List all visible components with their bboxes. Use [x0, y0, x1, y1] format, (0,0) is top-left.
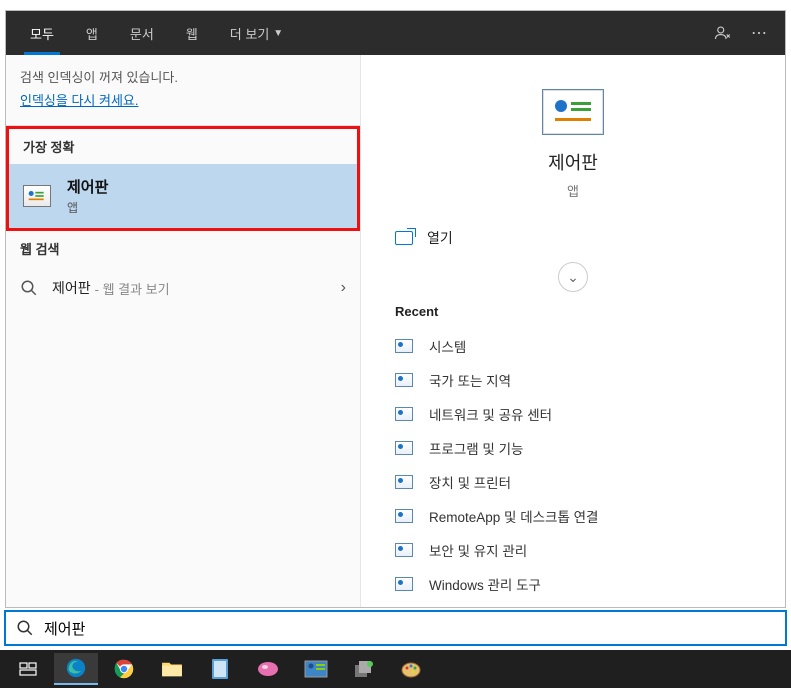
taskbar	[0, 650, 791, 688]
taskbar-control-panel[interactable]	[294, 653, 338, 685]
tab-docs[interactable]: 문서	[114, 11, 170, 55]
taskbar-explorer[interactable]	[150, 653, 194, 685]
taskbar-taskview[interactable]	[6, 653, 50, 685]
web-search-term: 제어판	[52, 278, 91, 298]
web-search-item[interactable]: 제어판 - 웹 결과 보기 ›	[6, 266, 360, 310]
taskbar-app-pink[interactable]	[246, 653, 290, 685]
preview-panel: 제어판 앱 열기 ⌄ Recent 시스템 국가 또는 지역 네트워크 및 공유…	[361, 55, 785, 607]
tab-all[interactable]: 모두	[14, 11, 70, 55]
recent-header: Recent	[395, 304, 751, 319]
tab-web[interactable]: 웹	[170, 11, 214, 55]
taskbar-edge[interactable]	[54, 653, 98, 685]
control-panel-icon	[23, 185, 51, 207]
recent-item[interactable]: 시스템	[395, 329, 751, 363]
control-panel-icon	[395, 509, 413, 523]
best-match-subtitle: 앱	[67, 199, 108, 216]
control-panel-icon	[395, 373, 413, 387]
chevron-down-icon: ▼	[273, 28, 283, 39]
recent-item[interactable]: 장치 및 프린터	[395, 465, 751, 499]
indexing-enable-link[interactable]: 인덱싱을 다시 켜세요.	[6, 90, 360, 119]
control-panel-icon	[395, 577, 413, 591]
preview-subtitle: 앱	[567, 181, 579, 200]
control-panel-icon	[395, 407, 413, 421]
taskbar-app-stack[interactable]	[342, 653, 386, 685]
control-panel-large-icon	[542, 89, 604, 135]
more-options-icon[interactable]: ⋯	[741, 15, 777, 51]
best-match-item[interactable]: 제어판 앱	[9, 164, 357, 228]
recent-item[interactable]: 보안 및 유지 관리	[395, 533, 751, 567]
control-panel-icon	[395, 543, 413, 557]
recent-item[interactable]: Windows 관리 도구	[395, 567, 751, 601]
tab-apps[interactable]: 앱	[70, 11, 114, 55]
web-search-subtitle: - 웹 결과 보기	[95, 279, 170, 298]
chevron-right-icon: ›	[341, 279, 346, 297]
search-input[interactable]	[44, 620, 775, 637]
recent-item[interactable]: 프로그램 및 기능	[395, 431, 751, 465]
preview-title: 제어판	[548, 149, 598, 175]
results-panel: 검색 인덱싱이 꺼져 있습니다. 인덱싱을 다시 켜세요. 가장 정확 제어판 …	[6, 55, 361, 607]
indexing-off-message: 검색 인덱싱이 꺼져 있습니다.	[6, 55, 360, 90]
search-icon	[20, 279, 38, 297]
tab-more[interactable]: 더 보기▼	[214, 11, 299, 55]
recent-item[interactable]: RemoteApp 및 데스크톱 연결	[395, 499, 751, 533]
open-icon	[395, 231, 413, 245]
recent-item[interactable]: 국가 또는 지역	[395, 363, 751, 397]
control-panel-icon	[395, 441, 413, 455]
taskbar-notepad[interactable]	[198, 653, 242, 685]
search-input-bar[interactable]	[4, 610, 787, 646]
search-icon	[16, 619, 34, 637]
web-search-header: 웹 검색	[6, 231, 360, 266]
feedback-icon[interactable]	[705, 15, 741, 51]
control-panel-icon	[395, 475, 413, 489]
search-window: 모두 앱 문서 웹 더 보기▼ ⋯ 검색 인덱싱이 꺼져 있습니다. 인덱싱을 …	[5, 10, 786, 608]
expand-button[interactable]: ⌄	[558, 262, 588, 292]
best-match-highlight: 가장 정확 제어판 앱	[6, 126, 360, 231]
best-match-title: 제어판	[67, 176, 108, 197]
taskbar-paint[interactable]	[390, 653, 434, 685]
taskbar-chrome[interactable]	[102, 653, 146, 685]
best-match-header: 가장 정확	[9, 129, 357, 164]
recent-item[interactable]: 네트워크 및 공유 센터	[395, 397, 751, 431]
search-tabs: 모두 앱 문서 웹 더 보기▼ ⋯	[6, 11, 785, 55]
control-panel-icon	[395, 339, 413, 353]
open-action[interactable]: 열기	[361, 200, 785, 256]
